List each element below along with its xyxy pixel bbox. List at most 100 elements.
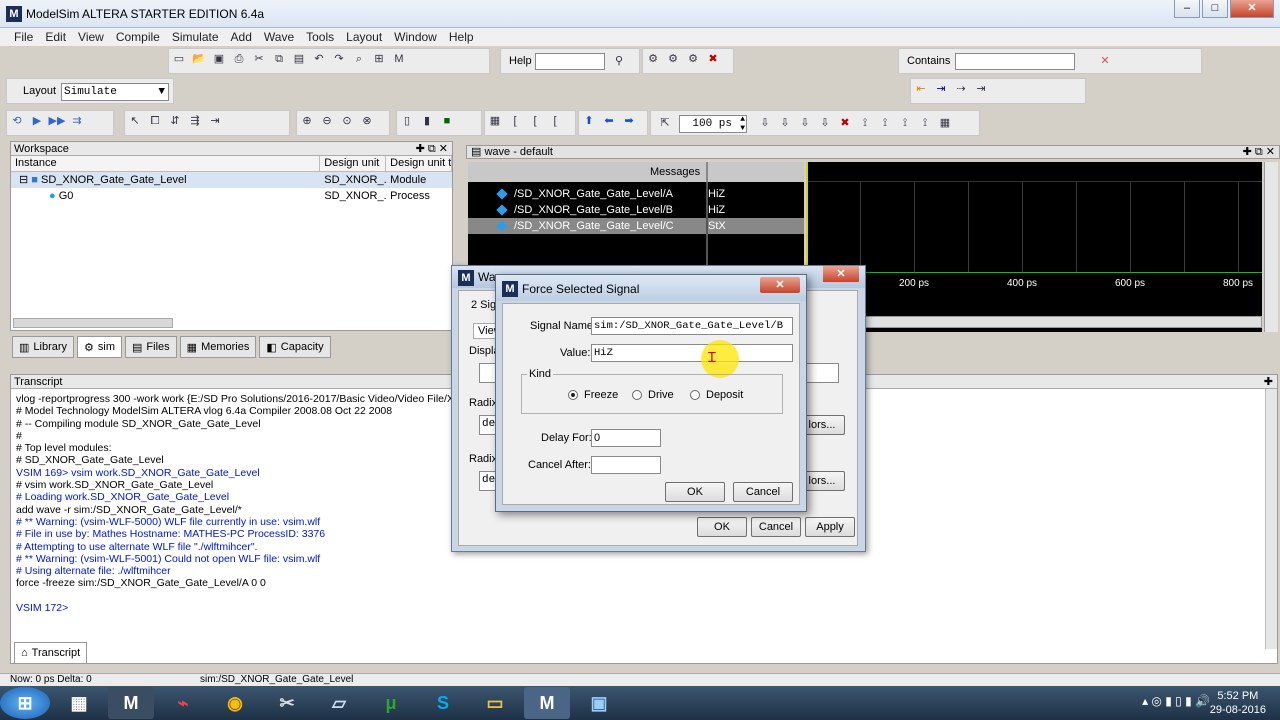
minimize-button[interactable]: –	[1174, 0, 1200, 18]
copy-icon[interactable]: ⧉	[270, 50, 288, 68]
zoom-out-icon[interactable]: ⊖	[318, 112, 336, 130]
acrobat-icon[interactable]: ⌁	[160, 687, 206, 719]
delay-for-field[interactable]: 0	[591, 429, 661, 447]
radio-freeze-dot[interactable]	[568, 390, 578, 401]
continue-run-icon[interactable]: ⇩	[776, 114, 794, 132]
tree-row[interactable]: ⊟ ■ SD_XNOR_Gate_Gate_Level SD_XNOR_... …	[11, 172, 452, 188]
cursor-line[interactable]	[806, 162, 808, 280]
picture-icon[interactable]: ▣	[576, 687, 622, 719]
cursor-first-icon[interactable]: ⇤	[912, 80, 930, 98]
continue-icon[interactable]: ▶▶	[48, 112, 66, 130]
help-search-icon[interactable]: ⚲	[610, 52, 628, 70]
menu-edit[interactable]: Edit	[39, 28, 72, 46]
chrome-icon[interactable]: ◉	[212, 687, 258, 719]
force-dialog-close[interactable]: ✕	[760, 277, 800, 293]
run-length-input[interactable]: 100 ps ▲ ▼	[679, 115, 747, 133]
cursor-prev-icon[interactable]: ⇥	[932, 80, 950, 98]
save-icon[interactable]: ▣	[210, 50, 228, 68]
value-field[interactable]: HiZ	[591, 344, 793, 362]
force-cancel-button[interactable]: Cancel	[733, 482, 793, 502]
folder-icon[interactable]: ▭	[472, 687, 518, 719]
zoom-box-icon[interactable]: ⧠	[146, 112, 164, 130]
tree-row[interactable]: ● G0 SD_XNOR_... Process	[11, 188, 452, 204]
run-all-icon[interactable]: ⇉	[68, 112, 86, 130]
skype-icon[interactable]: S	[420, 687, 466, 719]
edit-grid-icon[interactable]: ▦	[486, 112, 504, 130]
restart-icon[interactable]: ⟲	[8, 112, 26, 130]
wave-ok-button[interactable]: OK	[697, 517, 747, 537]
wave-window-buttons[interactable]: ✚ ⧉ ✕	[1243, 146, 1275, 158]
menu-view[interactable]: View	[72, 28, 110, 46]
run-all-icon-2[interactable]: ⇩	[796, 114, 814, 132]
help-search-input[interactable]	[535, 53, 605, 70]
maximize-button[interactable]: □	[1202, 0, 1228, 18]
cursor-next-icon[interactable]: ⇢	[952, 80, 970, 98]
menu-tools[interactable]: Tools	[300, 28, 340, 46]
radio-drive-dot[interactable]	[632, 390, 642, 401]
clear-filter-icon[interactable]: ✕	[1096, 52, 1114, 70]
undo-icon[interactable]: ↶	[310, 50, 328, 68]
simulate-icon[interactable]: ⚙	[684, 50, 702, 68]
hierarchy-icon[interactable]: ⊞	[370, 50, 388, 68]
transcript-scrollbar[interactable]	[1265, 389, 1277, 649]
col-design-unit-type[interactable]: Design unit ty	[386, 156, 452, 171]
m-icon[interactable]: M	[390, 50, 408, 68]
col-instance[interactable]: Instance	[11, 156, 321, 171]
menu-simulate[interactable]: Simulate	[166, 28, 225, 46]
calculator-icon[interactable]: ▦	[56, 687, 102, 719]
edit-bracket3-icon[interactable]: [	[546, 112, 564, 130]
step-into-icon[interactable]: ⟟	[856, 114, 874, 132]
menu-compile[interactable]: Compile	[110, 28, 166, 46]
step-over-icon-2[interactable]: ⟟	[876, 114, 894, 132]
break-run-icon[interactable]: ⇩	[816, 114, 834, 132]
zoom-full-icon[interactable]: ⊙	[338, 112, 356, 130]
new-icon[interactable]: ▭	[170, 50, 188, 68]
wave-vscrollbar[interactable]	[1264, 162, 1278, 332]
utorrent-icon[interactable]: μ	[368, 687, 414, 719]
find-icon[interactable]: ⌕	[350, 50, 368, 68]
pointer-icon[interactable]: ↖	[126, 112, 144, 130]
modelsim-active-icon[interactable]: M	[524, 687, 570, 719]
signal-name-field[interactable]: sim:/SD_XNOR_Gate_Gate_Level/B	[591, 317, 793, 335]
step-out-icon-2[interactable]: ⟟	[896, 114, 914, 132]
memory-icon[interactable]: ▦	[936, 114, 954, 132]
zoom-cursor-icon[interactable]: ⊗	[358, 112, 376, 130]
edit-bracket-icon[interactable]: [	[506, 112, 524, 130]
run-icon[interactable]: ▶	[28, 112, 46, 130]
compile-icon[interactable]: ⚙	[644, 50, 662, 68]
cut-icon[interactable]: ✂	[250, 50, 268, 68]
cursor-last-icon[interactable]: ⇥	[972, 80, 990, 98]
compile-all-icon[interactable]: ⚙	[664, 50, 682, 68]
menu-help[interactable]: Help	[443, 28, 480, 46]
signal-row[interactable]: /SD_XNOR_Gate_Gate_Level/C StX	[468, 218, 804, 234]
arrow-up-icon[interactable]: ⬆	[580, 112, 598, 130]
force-ok-button[interactable]: OK	[665, 482, 725, 502]
arrow-left-icon[interactable]: ⬅	[600, 112, 618, 130]
step-icon[interactable]: ⇵	[166, 112, 184, 130]
cancel-after-field[interactable]	[591, 456, 661, 474]
menu-wave[interactable]: Wave	[258, 28, 300, 46]
arrow-right-icon[interactable]: ➡	[620, 112, 638, 130]
edit-bracket2-icon[interactable]: [	[526, 112, 544, 130]
horizontal-scrollbar[interactable]	[13, 318, 173, 328]
clock[interactable]: 5:52 PM 29-08-2016	[1210, 689, 1266, 717]
print-icon[interactable]: ⎙	[230, 50, 248, 68]
open-icon[interactable]: 📂	[190, 50, 208, 68]
modelsim-taskbar-icon[interactable]: M	[108, 687, 154, 719]
wave-logic-icon[interactable]: ▮	[418, 112, 436, 130]
wave-hscrollbar[interactable]	[806, 316, 1262, 328]
signal-row[interactable]: /SD_XNOR_Gate_Gate_Level/A HiZ	[468, 186, 804, 202]
stop-icon[interactable]: ✖	[836, 114, 854, 132]
col-design-unit[interactable]: Design unit	[320, 156, 387, 171]
expand-icon[interactable]: ⊟	[19, 174, 28, 186]
wave-apply-button[interactable]: Apply	[805, 517, 855, 537]
menu-layout[interactable]: Layout	[340, 28, 388, 46]
tab-library[interactable]: ▥ Library	[12, 336, 75, 358]
tab-memories[interactable]: ▦ Memories	[179, 336, 257, 358]
close-button[interactable]: ✕	[1230, 0, 1274, 18]
contains-input[interactable]	[955, 53, 1075, 70]
wave-dialog-close[interactable]: ✕	[823, 266, 859, 282]
run-icon-2[interactable]: ⇩	[756, 114, 774, 132]
redo-icon[interactable]: ↷	[330, 50, 348, 68]
snipping-tool-icon[interactable]: ✂	[264, 687, 310, 719]
